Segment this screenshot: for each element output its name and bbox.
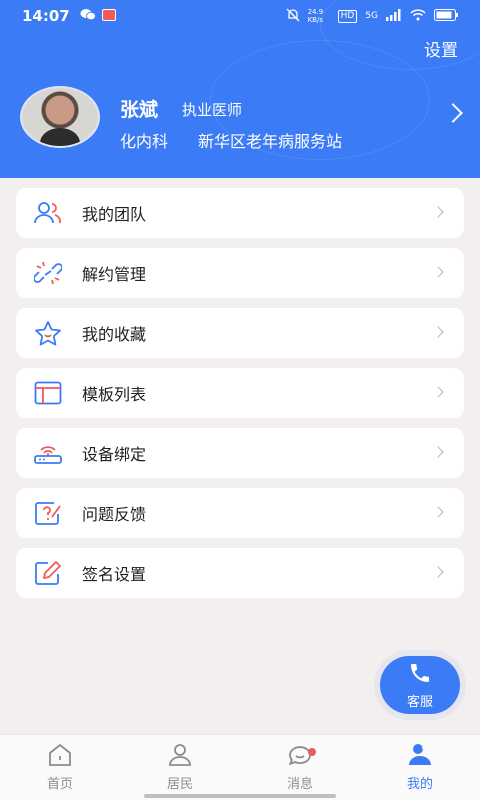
customer-service-label: 客服 [406, 694, 433, 710]
message-icon [287, 743, 313, 771]
menu-item-favorites[interactable]: 我的收藏 [16, 308, 464, 358]
chevron-right-icon [432, 506, 444, 518]
profile-chevron-icon[interactable] [443, 103, 463, 123]
broken-link-icon [32, 257, 64, 289]
wechat-icon [80, 7, 96, 25]
signal-icon [386, 8, 402, 24]
doctor-station: 新华区老年病服务站 [198, 132, 343, 151]
template-icon [32, 377, 64, 409]
silent-icon [286, 8, 300, 25]
menu-item-label: 问题反馈 [82, 505, 147, 524]
tab-label: 消息 [286, 777, 313, 792]
app-notification-icon [101, 7, 116, 25]
home-icon [47, 743, 73, 771]
menu-item-label: 解约管理 [82, 265, 147, 284]
menu-item-feedback[interactable]: 问题反馈 [16, 488, 464, 538]
tab-label: 居民 [166, 777, 193, 792]
bottom-tab-bar: 首页 居民 消息 我的 [0, 734, 480, 800]
doctor-title: 执业医师 [182, 101, 243, 119]
phone-icon [408, 661, 432, 689]
user-icon [167, 743, 193, 771]
status-bar: 14:07 24.9 KB/s HD 5G [0, 0, 480, 32]
menu-item-device-binding[interactable]: 设备绑定 [16, 428, 464, 478]
chevron-right-icon [432, 446, 444, 458]
chevron-right-icon [432, 266, 444, 278]
menu-list: 我的团队 解约管理 我的收藏 模板列表 设备绑定 问题反馈 签名设置 [16, 188, 464, 608]
menu-item-signature[interactable]: 签名设置 [16, 548, 464, 598]
team-icon [32, 197, 64, 229]
doctor-department: 化内科 [120, 132, 169, 151]
battery-icon [434, 8, 458, 24]
chevron-right-icon [432, 206, 444, 218]
menu-item-team[interactable]: 我的团队 [16, 188, 464, 238]
tab-mine[interactable]: 我的 [360, 735, 480, 800]
chevron-right-icon [432, 386, 444, 398]
status-indicators: 24.9 KB/s HD 5G [286, 8, 458, 25]
menu-item-termination[interactable]: 解约管理 [16, 248, 464, 298]
tab-label: 我的 [406, 777, 433, 792]
profile-icon [407, 743, 433, 771]
chevron-right-icon [432, 566, 444, 578]
network-speed: 24.9 KB/s [307, 8, 324, 24]
feedback-icon [32, 497, 64, 529]
tab-residents[interactable]: 居民 [120, 735, 240, 800]
wifi-icon [410, 8, 426, 24]
status-notifications [80, 7, 116, 25]
customer-service-button[interactable]: 客服 [380, 656, 460, 714]
menu-item-templates[interactable]: 模板列表 [16, 368, 464, 418]
status-time: 14:07 [22, 7, 70, 25]
doctor-name: 张斌 [120, 99, 159, 121]
tab-messages[interactable]: 消息 [240, 735, 360, 800]
menu-item-label: 模板列表 [82, 385, 147, 404]
menu-item-label: 设备绑定 [82, 445, 147, 464]
router-icon [32, 437, 64, 469]
menu-item-label: 签名设置 [82, 565, 147, 584]
network-type: 5G [365, 11, 378, 21]
star-icon [32, 317, 64, 349]
tab-label: 首页 [46, 777, 73, 792]
tab-home[interactable]: 首页 [0, 735, 120, 800]
home-indicator [144, 794, 336, 798]
chevron-right-icon [432, 326, 444, 338]
avatar[interactable] [20, 86, 100, 148]
menu-item-label: 我的团队 [82, 205, 147, 224]
menu-item-label: 我的收藏 [82, 325, 147, 344]
unread-badge [308, 748, 316, 756]
hd-badge: HD [337, 9, 358, 23]
settings-link[interactable]: 设置 [424, 36, 458, 61]
sign-icon [32, 557, 64, 589]
